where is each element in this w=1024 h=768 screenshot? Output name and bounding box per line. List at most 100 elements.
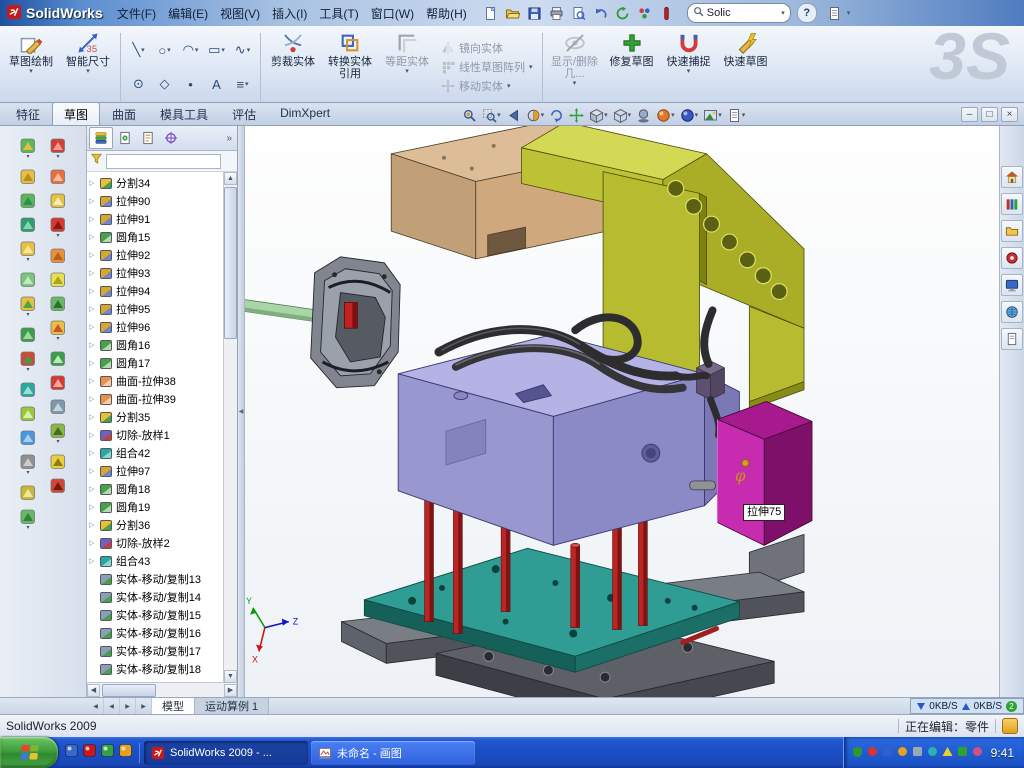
feature-tool-icon-7[interactable] <box>50 296 66 312</box>
tree-horizontal-scrollbar[interactable]: ◀ ▶ <box>87 682 237 697</box>
taskbar-task-2[interactable]: 未命名 - 画图 <box>311 741 475 765</box>
tree-item[interactable]: 实体-移动/复制15 <box>89 606 223 624</box>
red-disc-tab[interactable] <box>1001 247 1023 269</box>
ribbon-sketch-button[interactable]: 草图绘制▾ <box>4 29 58 105</box>
sketch-entity-tool-2[interactable]: ○▾ <box>152 34 177 67</box>
expand-arrow-icon[interactable]: ▷ <box>89 179 97 187</box>
sketch-tool-icon-3[interactable] <box>20 193 36 209</box>
expand-arrow-icon[interactable]: ▷ <box>89 341 97 349</box>
scroll-down-icon[interactable]: ▼ <box>224 670 237 683</box>
undo-button[interactable] <box>591 3 611 23</box>
model-scene[interactable]: φ Y X Z <box>245 126 999 697</box>
quick-launch-icon-1[interactable] <box>64 743 79 763</box>
expand-arrow-icon[interactable]: ▷ <box>89 215 97 223</box>
menu-item-3[interactable]: 视图(V) <box>214 2 266 25</box>
feature-tool-icon-14[interactable] <box>50 478 66 494</box>
quick-launch-icon-3[interactable] <box>100 743 115 763</box>
feature-tool-icon-4[interactable]: ▾ <box>50 217 66 240</box>
menu-item-4[interactable]: 插入(I) <box>266 2 313 25</box>
scroll-thumb[interactable] <box>224 187 237 339</box>
tree-item[interactable]: ▷拉伸97 <box>89 462 223 480</box>
feature-manager-tab[interactable] <box>89 127 113 149</box>
tree-item[interactable]: ▷圆角18 <box>89 480 223 498</box>
expand-arrow-icon[interactable]: ▷ <box>89 557 97 565</box>
sketch-tool-icon-7[interactable]: ▾ <box>20 296 36 319</box>
tree-item[interactable]: ▷圆角16 <box>89 336 223 354</box>
next-tab-button[interactable]: ▶ <box>120 698 136 714</box>
ribbon-pattern-button[interactable]: 线性草图阵列▾ <box>441 59 533 75</box>
ribbon-repair-button[interactable]: 修复草图 <box>605 29 659 105</box>
sketch-tool-icon-4[interactable] <box>20 217 36 233</box>
titlebar-dropdown-icon[interactable]: ▾ <box>847 10 851 17</box>
menu-item-7[interactable]: 帮助(H) <box>420 2 473 25</box>
expand-arrow-icon[interactable]: ▷ <box>89 359 97 367</box>
ribbon-trim-button[interactable]: 剪裁实体 <box>266 29 320 105</box>
page-button[interactable] <box>825 3 845 23</box>
tray-icon-5[interactable] <box>912 744 923 762</box>
home-tab[interactable] <box>1001 166 1023 188</box>
doc-tab-1[interactable]: 模型 <box>152 698 195 714</box>
tree-vertical-scrollbar[interactable]: ▲ ▼ <box>223 172 237 683</box>
property-manager-tab[interactable] <box>114 128 136 148</box>
ribbon-snap-button[interactable]: 快速捕捉▾ <box>662 29 716 105</box>
clamp-body[interactable] <box>311 257 401 388</box>
tray-icon-9[interactable] <box>972 744 983 762</box>
dimxpert-manager-tab[interactable] <box>160 128 182 148</box>
tree-item[interactable]: ▷圆角15 <box>89 228 223 246</box>
page-button[interactable]: ▾ <box>725 108 748 123</box>
feature-tool-icon-9[interactable] <box>50 351 66 367</box>
sphere-blue-button[interactable]: ▾ <box>678 108 701 123</box>
restore-button[interactable]: □ <box>981 107 998 122</box>
sketch-entity-tool-6[interactable]: ⊙ <box>126 68 151 101</box>
tree-item[interactable]: ▷拉伸92 <box>89 246 223 264</box>
tree-item[interactable]: ▷分割36 <box>89 516 223 534</box>
ribbon-quick-sketch-button[interactable]: 快速草图 <box>719 29 773 105</box>
palette-button[interactable] <box>635 3 655 23</box>
tree-item[interactable]: ▷拉伸95 <box>89 300 223 318</box>
tree-item[interactable]: ▷拉伸94 <box>89 282 223 300</box>
scene-button[interactable]: ▾ <box>701 108 724 123</box>
expand-arrow-icon[interactable]: ▷ <box>89 269 97 277</box>
tree-item[interactable]: ▷拉伸93 <box>89 264 223 282</box>
sketch-tool-icon-11[interactable] <box>20 406 36 422</box>
monitor-tab[interactable] <box>1001 274 1023 296</box>
ribbon-move-button[interactable]: 移动实体▾ <box>441 78 533 94</box>
sketch-tool-icon-6[interactable] <box>20 272 36 288</box>
quick-launch-icon-4[interactable] <box>118 743 133 763</box>
hscroll-thumb[interactable] <box>102 684 156 697</box>
menu-item-1[interactable]: 文件(F) <box>111 2 162 25</box>
sketch-entity-tool-7[interactable]: ◇ <box>152 68 177 101</box>
tray-icon-6[interactable] <box>927 744 938 762</box>
expand-arrow-icon[interactable]: ▷ <box>89 395 97 403</box>
expand-arrow-icon[interactable]: ▷ <box>89 413 97 421</box>
expand-arrow-icon[interactable]: ▷ <box>89 431 97 439</box>
tray-icon-3[interactable] <box>882 744 893 762</box>
sketch-entity-tool-1[interactable]: ╲▾ <box>126 34 151 67</box>
tree-item[interactable]: ▷曲面-拉伸38 <box>89 372 223 390</box>
expand-arrow-icon[interactable]: ▷ <box>89 197 97 205</box>
feature-tool-icon-1[interactable]: ▾ <box>50 138 66 161</box>
sketch-tool-icon-2[interactable] <box>20 169 36 185</box>
feature-tool-icon-3[interactable] <box>50 193 66 209</box>
tree-item[interactable]: ▷曲面-拉伸39 <box>89 390 223 408</box>
configuration-manager-tab[interactable] <box>137 128 159 148</box>
tree-item[interactable]: 实体-移动/复制16 <box>89 624 223 642</box>
prev-tab-button[interactable]: ◀ <box>104 698 120 714</box>
status-tag-icon[interactable] <box>1002 718 1018 734</box>
menu-item-6[interactable]: 窗口(W) <box>365 2 420 25</box>
expand-arrow-icon[interactable]: ▷ <box>89 467 97 475</box>
search-box[interactable]: Solic ▾ <box>687 3 791 23</box>
sketch-tool-icon-10[interactable] <box>20 382 36 398</box>
print-preview-button[interactable] <box>569 3 589 23</box>
sketch-tool-icon-13[interactable]: ▾ <box>20 454 36 477</box>
tree-item[interactable]: 实体-移动/复制14 <box>89 588 223 606</box>
tree-item[interactable]: ▷拉伸96 <box>89 318 223 336</box>
expand-arrow-icon[interactable]: ▷ <box>89 503 97 511</box>
sphere-orange-button[interactable]: ▾ <box>654 108 677 123</box>
feature-tool-icon-13[interactable] <box>50 454 66 470</box>
sketch-tool-icon-8[interactable] <box>20 327 36 343</box>
red-bar-button[interactable] <box>657 3 677 23</box>
print-button[interactable] <box>547 3 567 23</box>
tray-icon-7[interactable] <box>942 744 953 762</box>
expand-arrow-icon[interactable]: ▷ <box>89 287 97 295</box>
